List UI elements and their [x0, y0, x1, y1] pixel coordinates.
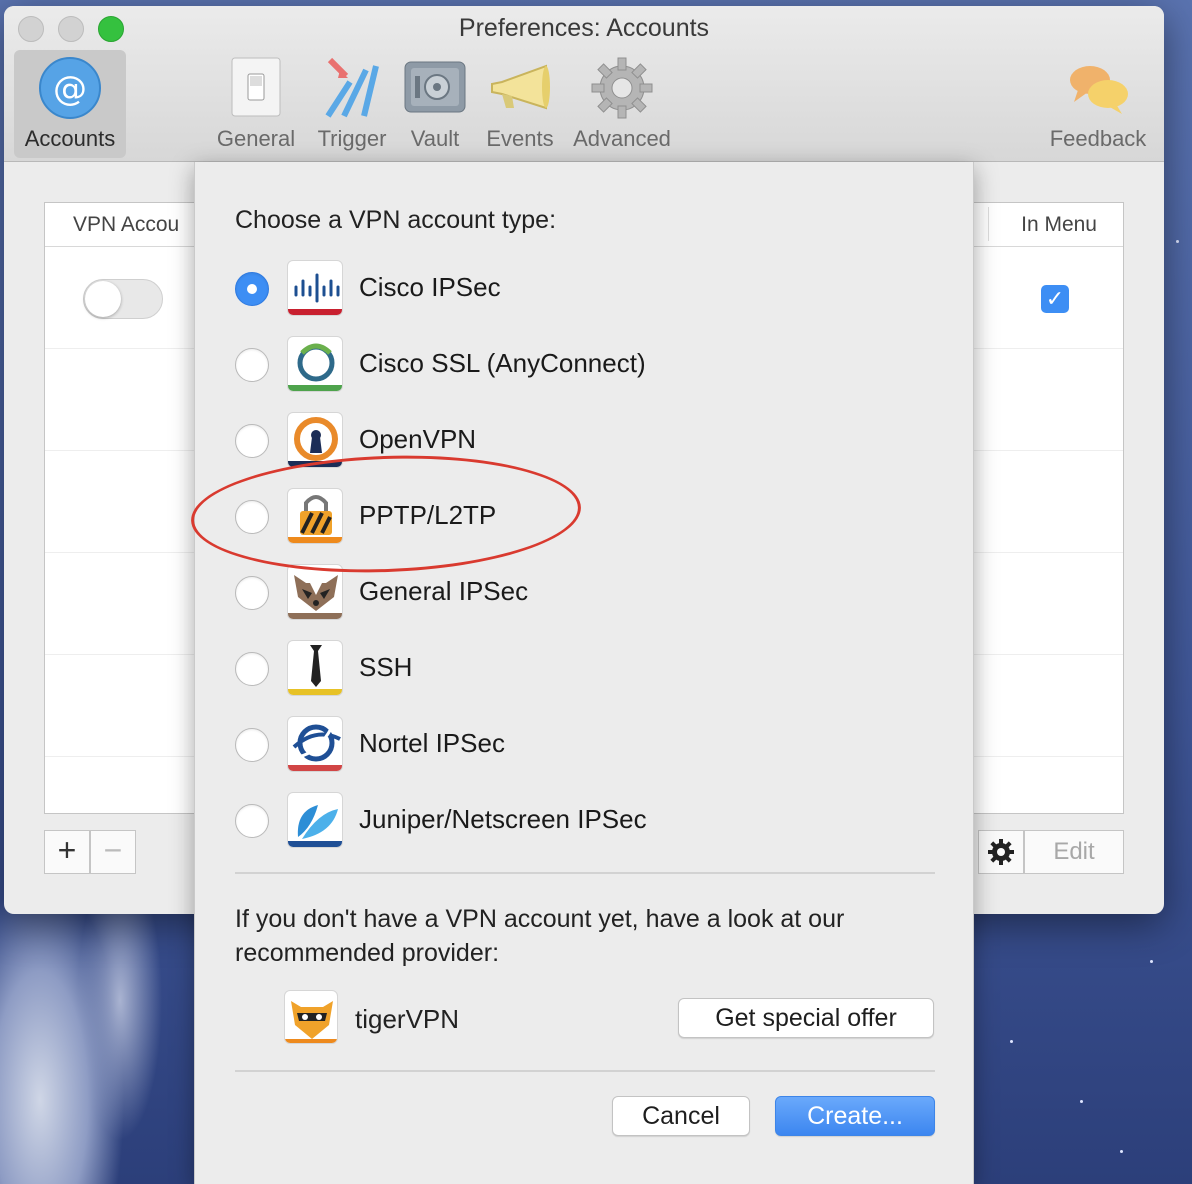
tab-accounts[interactable]: @ Accounts — [14, 50, 126, 158]
cisco-icon — [287, 260, 343, 316]
vpn-type-option-ssh[interactable]: SSH — [235, 640, 935, 700]
vpn-type-option-general-ipsec[interactable]: General IPSec — [235, 564, 935, 624]
tab-label: Accounts — [24, 126, 116, 151]
tab-label: Events — [486, 126, 554, 151]
radio-button[interactable] — [235, 576, 269, 610]
remove-account-button[interactable]: − — [90, 830, 136, 874]
tab-feedback[interactable]: Feedback — [1042, 50, 1154, 158]
provider-hint-text: If you don't have a VPN account yet, hav… — [235, 905, 845, 967]
vpn-type-option-nortel-ipsec[interactable]: Nortel IPSec — [235, 716, 935, 776]
provider-name: tigerVPN — [355, 1004, 460, 1034]
tab-advanced[interactable]: Advanced — [568, 50, 676, 158]
account-enable-toggle[interactable] — [83, 279, 163, 319]
radio-button[interactable] — [235, 272, 269, 306]
trigger-icon — [320, 56, 384, 120]
divider — [235, 1070, 935, 1072]
create-button[interactable]: Create... — [775, 1096, 935, 1136]
vpn-type-option-cisco-ipsec[interactable]: Cisco IPSec — [235, 260, 935, 320]
tiger-icon — [284, 990, 338, 1044]
speech-bubbles-icon — [1066, 56, 1130, 120]
at-sign-icon: @ — [38, 56, 102, 120]
account-actions-gear-button[interactable] — [978, 830, 1024, 874]
get-special-offer-button[interactable]: Get special offer — [678, 998, 934, 1038]
tab-label: Vault — [410, 126, 460, 151]
gear-icon — [590, 56, 654, 120]
option-label: General IPSec — [359, 576, 529, 606]
option-label: Cisco SSL (AnyConnect) — [359, 348, 646, 378]
radio-button[interactable] — [235, 424, 269, 458]
tab-vault[interactable]: Vault — [400, 50, 470, 158]
vpn-type-option-juniper-ipsec[interactable]: Juniper/Netscreen IPSec — [235, 792, 935, 852]
window-title: Preferences: Accounts — [458, 14, 710, 42]
radio-button[interactable] — [235, 348, 269, 382]
switch-icon — [224, 56, 288, 120]
tab-label: Feedback — [1049, 126, 1147, 151]
choose-vpn-type-sheet: Choose a VPN account type: Cisco IPSec C… — [189, 162, 974, 1184]
raccoon-icon — [287, 564, 343, 620]
divider — [235, 872, 935, 874]
tab-trigger[interactable]: Trigger — [310, 50, 394, 158]
column-divider — [988, 207, 989, 241]
column-header-vpn-account[interactable]: VPN Accou — [73, 213, 179, 237]
anyconnect-icon — [287, 336, 343, 392]
tab-general[interactable]: General — [214, 50, 298, 158]
radio-button[interactable] — [235, 728, 269, 762]
option-label: OpenVPN — [359, 424, 477, 454]
tab-label: Trigger — [317, 126, 387, 151]
in-menu-checkbox[interactable]: ✓ — [1041, 285, 1069, 313]
vpn-type-option-cisco-ssl[interactable]: Cisco SSL (AnyConnect) — [235, 336, 935, 396]
option-label: Cisco IPSec — [359, 272, 501, 302]
option-label: SSH — [359, 652, 413, 682]
option-label: Juniper/Netscreen IPSec — [359, 804, 647, 834]
radio-button[interactable] — [235, 652, 269, 686]
megaphone-icon — [488, 56, 552, 120]
add-account-button[interactable]: + — [44, 830, 90, 874]
sheet-heading: Choose a VPN account type: — [235, 206, 557, 234]
edit-account-button[interactable]: Edit — [1024, 830, 1124, 874]
necktie-icon — [287, 640, 343, 696]
option-label: Nortel IPSec — [359, 728, 505, 758]
titlebar: Preferences: Accounts @ Accounts General… — [4, 6, 1164, 162]
gear-icon — [988, 839, 1014, 865]
tab-events[interactable]: Events — [480, 50, 560, 158]
tab-label: General — [216, 126, 296, 151]
nortel-globe-icon — [287, 716, 343, 772]
column-header-in-menu[interactable]: In Menu — [1021, 213, 1097, 237]
svg-text:@: @ — [53, 69, 87, 109]
radio-button[interactable] — [235, 804, 269, 838]
cancel-button[interactable]: Cancel — [612, 1096, 750, 1136]
tab-label: Advanced — [573, 126, 671, 151]
juniper-leaf-icon — [287, 792, 343, 848]
vault-icon — [403, 56, 467, 120]
